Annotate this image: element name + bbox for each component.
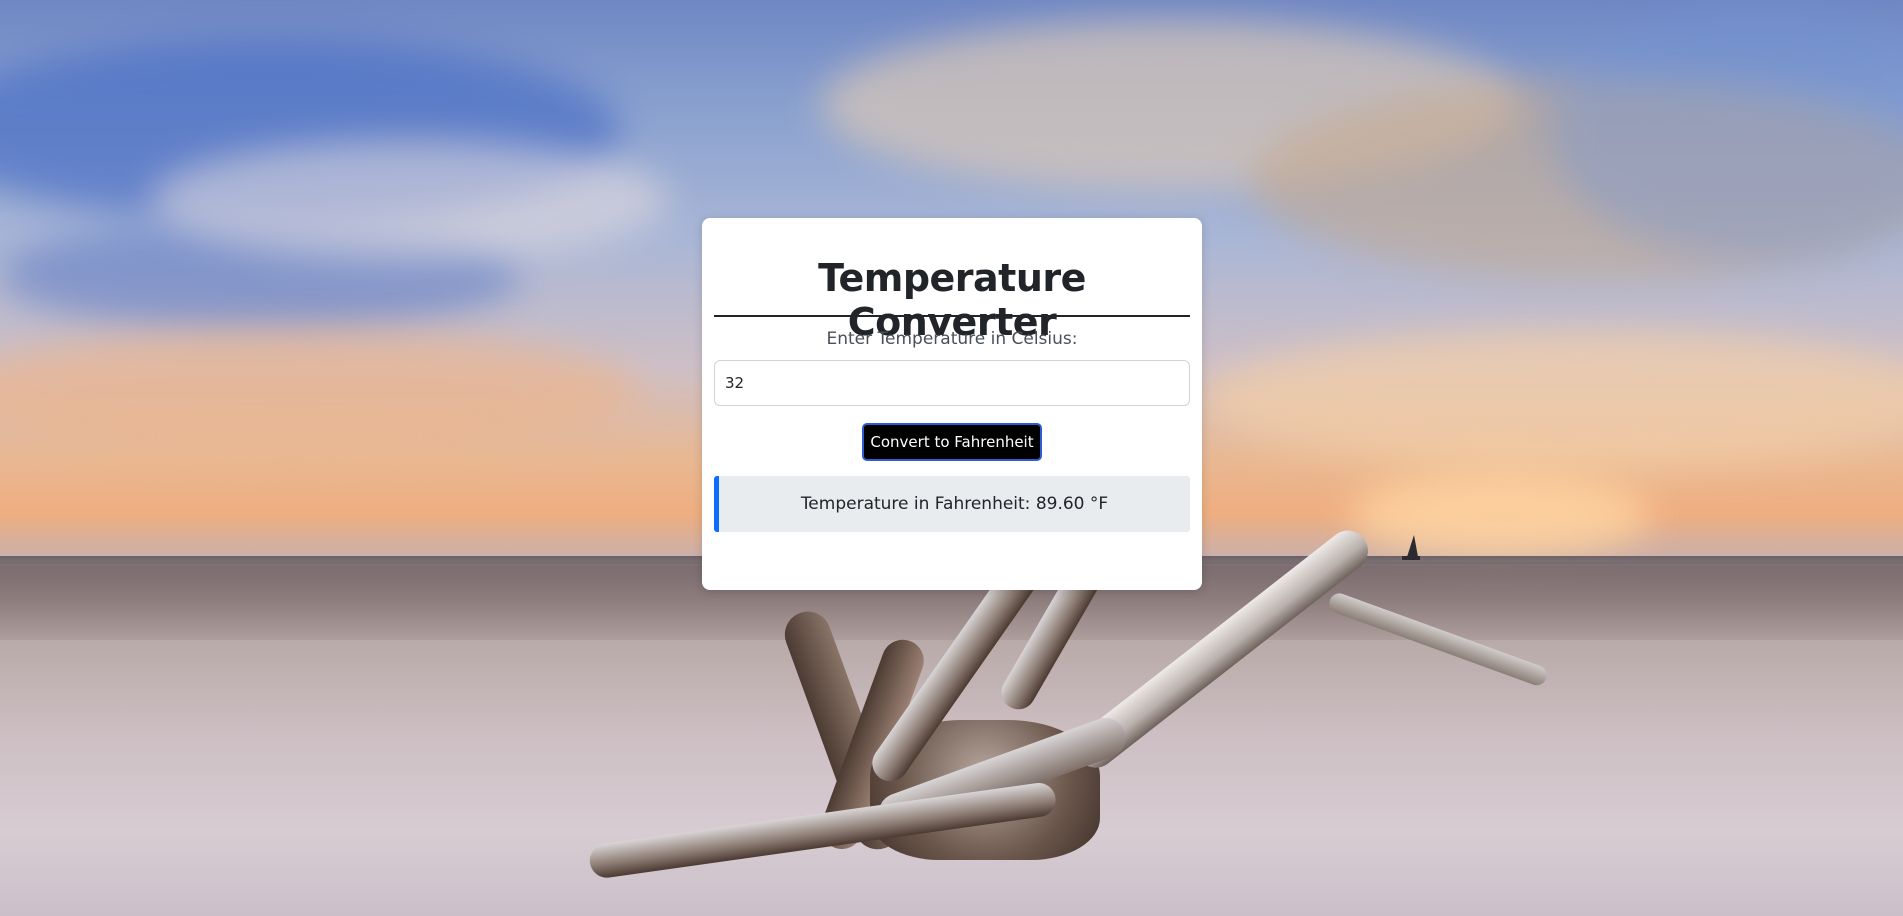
sailboat [1407,535,1418,557]
convert-button[interactable]: Convert to Fahrenheit [862,423,1042,461]
converter-card: Temperature Converter Enter Temperature … [702,218,1202,590]
sailboat-hull [1402,556,1420,560]
title-divider [714,315,1190,317]
cloud [0,330,640,450]
result-text: Temperature in Fahrenheit: 89.60 °F [800,494,1109,514]
sun-glow [1350,470,1650,560]
cloud [150,140,670,260]
celsius-input-label: Enter Temperature in Celsius: [826,329,1078,349]
result-alert: Temperature in Fahrenheit: 89.60 °F [714,476,1190,532]
celsius-input[interactable] [714,360,1190,406]
cloud [1200,330,1903,470]
